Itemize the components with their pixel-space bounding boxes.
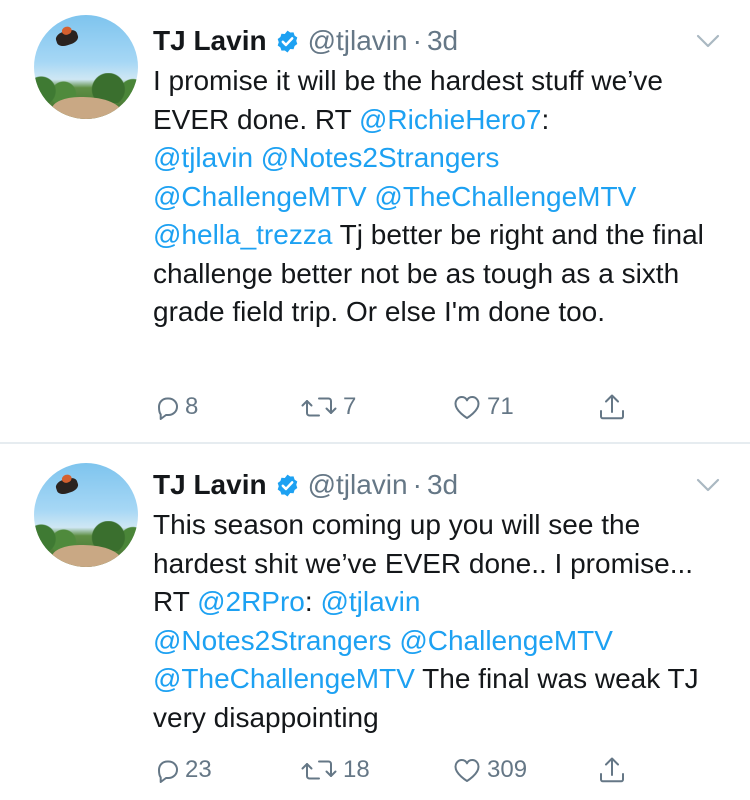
- tweet-text: I promise it will be the hardest stuff w…: [153, 62, 723, 332]
- avatar[interactable]: [34, 463, 138, 567]
- share-icon: [600, 394, 624, 420]
- mention-link[interactable]: @TheChallengeMTV: [374, 181, 636, 212]
- mention-link[interactable]: @2RPro: [197, 586, 305, 617]
- heart-icon: [454, 759, 480, 782]
- tweet[interactable]: TJ Lavin @tjlavin · 3d I promise it will…: [0, 0, 750, 442]
- chevron-down-icon[interactable]: [694, 475, 722, 495]
- tweet[interactable]: TJ Lavin @tjlavin · 3d This season comin…: [0, 444, 750, 800]
- mention-link[interactable]: @Notes2Strangers: [261, 142, 500, 173]
- avatar[interactable]: [34, 15, 138, 119]
- mention-link[interactable]: @TheChallengeMTV: [153, 663, 415, 694]
- retweet-button[interactable]: 7: [299, 389, 356, 425]
- share-icon: [600, 757, 624, 783]
- author-name[interactable]: TJ Lavin: [153, 25, 267, 57]
- retweet-count: 7: [343, 393, 357, 420]
- retweet-icon: [301, 397, 337, 417]
- separator-dot: ·: [412, 469, 422, 500]
- mention-link[interactable]: @hella_trezza: [153, 219, 332, 250]
- mention-link[interactable]: @ChallengeMTV: [399, 625, 613, 656]
- share-button[interactable]: [597, 389, 627, 425]
- like-count: 309: [487, 756, 528, 783]
- reply-count: 23: [185, 756, 212, 783]
- reply-icon: [158, 760, 178, 783]
- reply-icon: [158, 397, 178, 420]
- reply-button[interactable]: 8: [153, 389, 198, 425]
- mention-link[interactable]: @RichieHero7: [359, 104, 542, 135]
- tweet-text-segment: [253, 142, 261, 173]
- tweet-actions: 23 18 309: [153, 752, 673, 788]
- retweet-count: 18: [343, 756, 370, 783]
- heart-icon: [454, 396, 480, 419]
- like-button[interactable]: 71: [451, 389, 514, 425]
- author-handle[interactable]: @tjlavin: [308, 25, 408, 57]
- retweet-icon: [301, 760, 337, 780]
- tweet-header: TJ Lavin @tjlavin · 3d: [153, 24, 458, 58]
- mention-link[interactable]: @Notes2Strangers: [153, 625, 392, 656]
- author-name[interactable]: TJ Lavin: [153, 469, 267, 501]
- retweet-button[interactable]: 18: [299, 752, 370, 788]
- tweet-text-segment: :: [541, 103, 550, 135]
- like-button[interactable]: 309: [451, 752, 527, 788]
- mention-link[interactable]: @tjlavin: [153, 142, 253, 173]
- tweet-text: This season coming up you will see the h…: [153, 506, 723, 737]
- like-count: 71: [487, 393, 514, 420]
- reply-button[interactable]: 23: [153, 752, 212, 788]
- verified-badge-icon: [277, 30, 297, 52]
- tweet-timestamp[interactable]: 3d: [427, 469, 458, 501]
- mention-link[interactable]: @tjlavin: [320, 586, 420, 617]
- author-handle[interactable]: @tjlavin: [308, 469, 408, 501]
- verified-badge-icon: [277, 474, 297, 496]
- reply-count: 8: [185, 393, 199, 420]
- separator-dot: ·: [412, 25, 422, 56]
- chevron-down-icon[interactable]: [694, 31, 722, 51]
- tweet-timestamp[interactable]: 3d: [427, 25, 458, 57]
- tweet-actions: 8 7 71: [153, 389, 673, 425]
- tweet-text-segment: :: [304, 586, 321, 617]
- mention-link[interactable]: @ChallengeMTV: [153, 181, 367, 212]
- share-button[interactable]: [597, 752, 627, 788]
- tweet-header: TJ Lavin @tjlavin · 3d: [153, 468, 458, 502]
